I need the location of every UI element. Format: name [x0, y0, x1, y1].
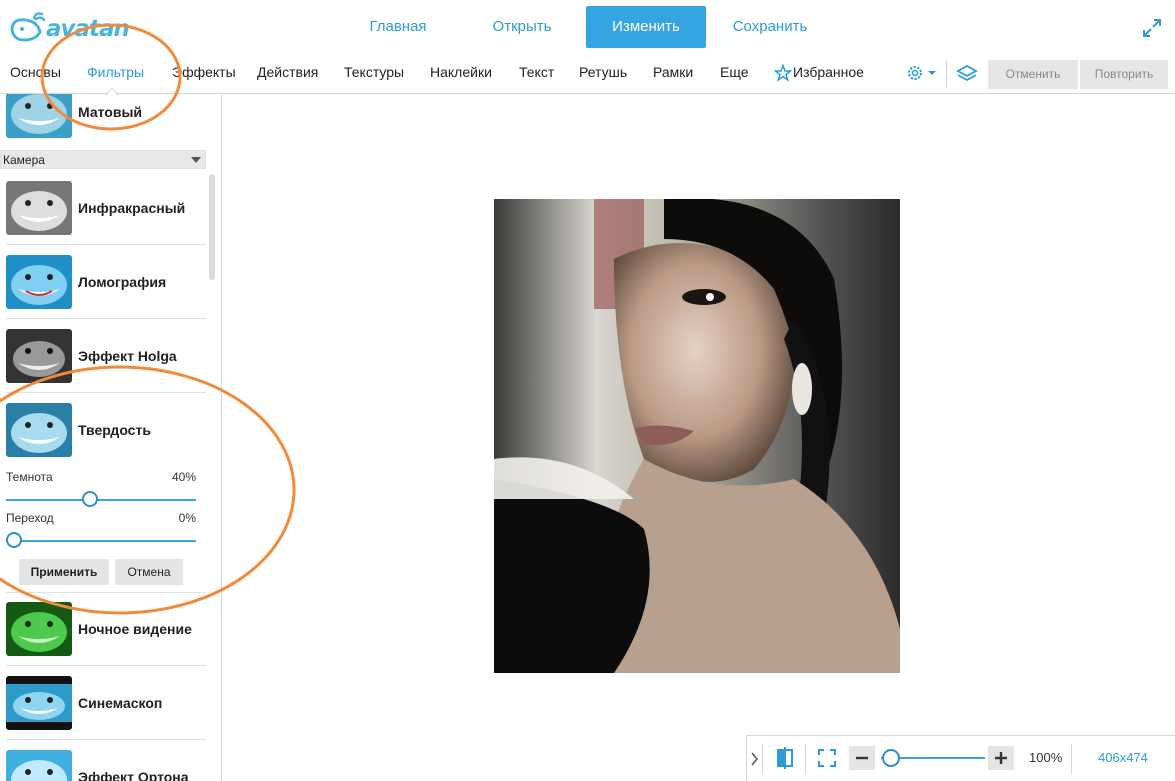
tool-tabs: Основы Фильтры Эффекты Действия Текстуры…	[0, 52, 1175, 95]
zoom-in-button[interactable]	[988, 746, 1014, 770]
filter-night-vision-label[interactable]: Ночное видение	[78, 621, 192, 637]
darkness-slider[interactable]	[6, 499, 196, 501]
minus-icon	[856, 756, 868, 760]
shark-thumb-orton[interactable]	[6, 750, 72, 781]
star-icon[interactable]	[774, 64, 792, 82]
nav-edit[interactable]: Изменить	[586, 6, 706, 48]
shark-thumb-holga[interactable]	[6, 329, 72, 383]
shark-thumb-infrared[interactable]	[6, 181, 72, 235]
tab-more[interactable]: Еще	[720, 64, 749, 80]
filter-hardness-label[interactable]: Твердость	[78, 422, 151, 438]
toolbar-divider	[946, 60, 947, 88]
item-separator	[6, 392, 206, 393]
filter-holga-label[interactable]: Эффект Holga	[78, 348, 177, 364]
item-separator	[6, 318, 206, 319]
photo-image	[494, 199, 900, 673]
gear-icon[interactable]	[906, 64, 938, 82]
shark-thumb-night-vision[interactable]	[6, 602, 72, 656]
nav-open[interactable]: Открыть	[476, 6, 568, 48]
shark-thumb-matte[interactable]	[6, 94, 72, 138]
zoombar-divider	[762, 744, 763, 774]
tab-retouch[interactable]: Ретушь	[579, 64, 627, 80]
item-separator	[6, 739, 206, 740]
transition-value: 0%	[178, 511, 196, 525]
tab-basics[interactable]: Основы	[10, 64, 61, 80]
tab-text[interactable]: Текст	[519, 64, 554, 80]
tab-effects[interactable]: Эффекты	[172, 64, 236, 80]
undo-button[interactable]: Отменить	[988, 60, 1078, 89]
filter-matte-label[interactable]: Матовый	[78, 104, 142, 120]
tab-textures[interactable]: Текстуры	[344, 64, 404, 80]
cancel-button[interactable]: Отмена	[115, 559, 183, 585]
zoom-slider-knob[interactable]	[882, 749, 901, 767]
shark-thumb-lomography[interactable]	[6, 255, 72, 309]
filter-lomography-label[interactable]: Ломография	[78, 274, 166, 290]
zoom-level: 100%	[1029, 750, 1063, 765]
tab-stickers[interactable]: Наклейки	[430, 64, 492, 80]
sidebar-scrollbar[interactable]	[209, 174, 215, 280]
edited-photo[interactable]	[494, 199, 900, 673]
avatan-logo[interactable]: avatan	[8, 10, 132, 46]
zoom-bar: 100% 406x474	[746, 735, 1175, 781]
shark-thumb-cinemascope[interactable]	[6, 676, 72, 730]
transition-slider[interactable]	[6, 540, 196, 542]
compare-icon[interactable]	[775, 747, 795, 769]
nav-save[interactable]: Сохранить	[722, 6, 818, 48]
zoom-out-button[interactable]	[849, 746, 875, 770]
tab-actions[interactable]: Действия	[257, 64, 318, 80]
tab-favorites[interactable]: Избранное	[793, 64, 864, 80]
redo-button[interactable]: Повторить	[1080, 60, 1168, 89]
shark-thumb-hardness[interactable]	[6, 403, 72, 457]
chevron-right-icon[interactable]	[750, 751, 760, 767]
darkness-slider-knob[interactable]	[82, 491, 98, 507]
layers-icon[interactable]	[956, 63, 978, 85]
fit-screen-icon[interactable]	[817, 748, 837, 768]
darkness-value: 40%	[171, 470, 196, 484]
expand-icon[interactable]	[1140, 16, 1164, 40]
filter-orton-label[interactable]: Эффект Ортона	[78, 769, 189, 781]
top-bar: avatan Главная Открыть Изменить Сохранит…	[0, 0, 1175, 52]
darkness-label: Темнота	[6, 470, 53, 484]
logo-text: avatan	[46, 16, 130, 42]
item-separator	[6, 592, 206, 593]
plus-icon	[995, 752, 1007, 764]
apply-button[interactable]: Применить	[19, 559, 109, 585]
category-select-label: Камера	[3, 153, 45, 167]
filters-sidebar: Матовый Камера Инфракрасный Ломография Э…	[0, 94, 222, 781]
filter-infrared-label[interactable]: Инфракрасный	[78, 200, 185, 216]
chevron-down-icon	[191, 157, 201, 163]
transition-label: Переход	[6, 511, 54, 525]
item-separator	[6, 244, 206, 245]
tab-filters[interactable]: Фильтры	[87, 64, 144, 80]
nav-home[interactable]: Главная	[352, 6, 444, 48]
tab-frames[interactable]: Рамки	[653, 64, 693, 80]
transition-slider-knob[interactable]	[6, 532, 22, 548]
image-dimensions: 406x474	[1098, 750, 1148, 765]
zoombar-divider	[1071, 744, 1072, 774]
zoombar-divider	[805, 744, 806, 774]
editor-window: avatan Главная Открыть Изменить Сохранит…	[0, 0, 1175, 781]
filter-cinemascope-label[interactable]: Синемаскоп	[78, 695, 162, 711]
category-select[interactable]: Камера	[0, 150, 206, 169]
whale-icon	[10, 12, 46, 42]
item-separator	[6, 665, 206, 666]
